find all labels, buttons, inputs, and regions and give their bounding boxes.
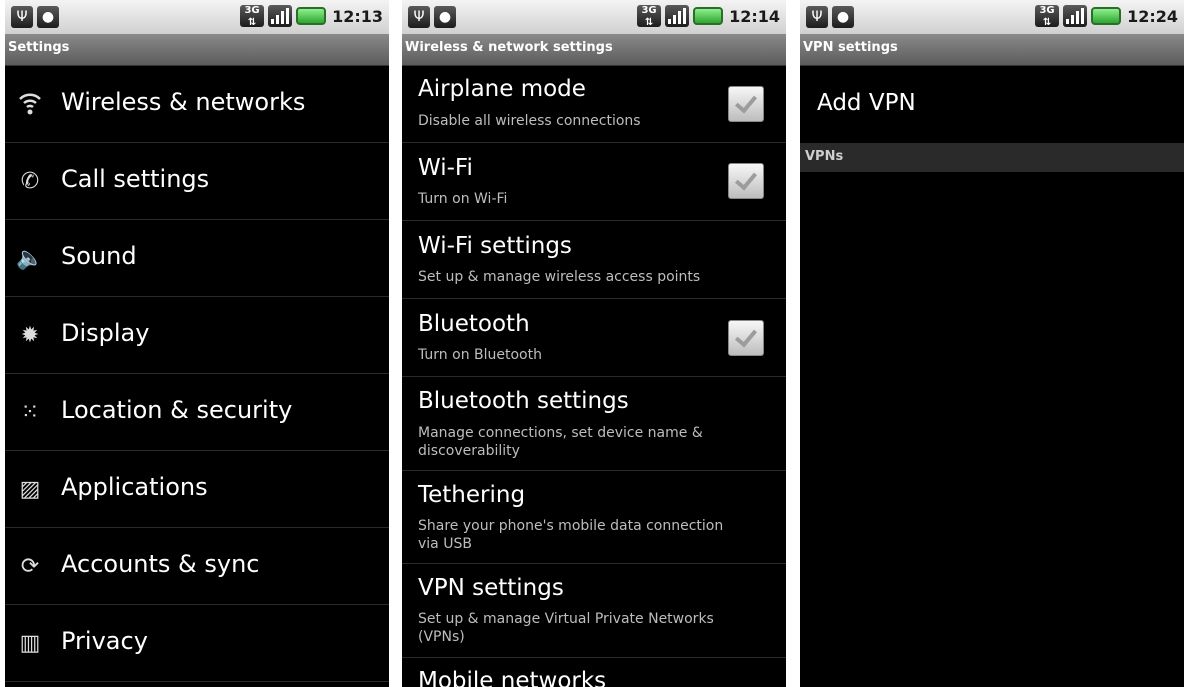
pref-title: Tethering	[418, 482, 526, 508]
pref-summary: Share your phone's mobile data connectio…	[418, 518, 724, 552]
speaker-icon: 🔈	[16, 246, 44, 271]
settings-item-privacy[interactable]: ▥ Privacy	[5, 605, 389, 682]
status-bar: Ψ ● 3G ⇅ 12:14	[402, 0, 786, 34]
settings-item-label: Call settings	[61, 165, 210, 193]
usb-icon: Ψ	[408, 6, 430, 28]
add-vpn-label: Add VPN	[817, 90, 916, 116]
pref-wifi[interactable]: Wi-Fi Turn on Wi-Fi	[402, 143, 786, 221]
pref-summary: Turn on Bluetooth	[418, 347, 542, 363]
vpn-list: Add VPN	[800, 66, 1184, 142]
vpn-settings-screen: Ψ ● 3G ⇅ 12:24 VPN settings Add VPN VPNs	[800, 0, 1184, 687]
pref-summary: Manage connections, set device name & di…	[418, 425, 703, 459]
pref-title: Wi-Fi	[418, 155, 473, 181]
signal-icon	[268, 5, 293, 27]
vpns-section-header: VPNs	[800, 143, 1184, 172]
airplane-mode-checkbox[interactable]	[728, 86, 764, 122]
clock: 12:14	[729, 6, 780, 26]
settings-item-label: Privacy	[61, 627, 148, 655]
pref-title: Wi-Fi settings	[418, 233, 572, 259]
pref-summary: Turn on Wi-Fi	[418, 191, 508, 207]
page-title: Settings	[8, 40, 70, 55]
page-title: VPN settings	[803, 40, 898, 55]
settings-item-applications[interactable]: ▨ Applications	[5, 451, 389, 528]
pref-wifi-settings[interactable]: Wi-Fi settings Set up & manage wireless …	[402, 221, 786, 299]
section-header-label: VPNs	[805, 149, 844, 164]
settings-item-sound[interactable]: 🔈 Sound	[5, 220, 389, 297]
pref-summary: Disable all wireless connections	[418, 113, 641, 129]
status-bar: Ψ ● 3G ⇅ 12:24	[800, 0, 1184, 34]
battery-icon	[1091, 7, 1122, 25]
apps-icon: ▨	[19, 477, 41, 502]
pref-bluetooth-settings[interactable]: Bluetooth settings Manage connections, s…	[402, 377, 786, 471]
pref-mobile-networks[interactable]: Mobile networks	[402, 658, 786, 687]
settings-item-label: Accounts & sync	[61, 550, 260, 578]
usb-icon: Ψ	[806, 6, 828, 28]
pref-title: Airplane mode	[418, 76, 586, 102]
3g-icon: 3G ⇅	[1035, 5, 1060, 28]
3g-icon: 3G ⇅	[637, 5, 662, 28]
pref-bluetooth[interactable]: Bluetooth Turn on Bluetooth	[402, 299, 786, 377]
pref-vpn-settings[interactable]: VPN settings Set up & manage Virtual Pri…	[402, 564, 786, 658]
settings-item-label: Location & security	[61, 396, 293, 424]
android-debug-icon: ●	[832, 6, 854, 28]
settings-item-label: Sound	[61, 242, 137, 270]
android-debug-icon: ●	[37, 6, 59, 28]
settings-item-wireless[interactable]: Wireless & networks	[5, 66, 389, 143]
pref-tethering[interactable]: Tethering Share your phone's mobile data…	[402, 471, 786, 564]
pref-summary: Set up & manage Virtual Private Networks…	[418, 611, 714, 645]
privacy-icon: ▥	[19, 631, 41, 656]
android-debug-icon: ●	[434, 6, 456, 28]
clock: 12:24	[1127, 6, 1178, 26]
settings-item-label: Applications	[61, 473, 208, 501]
clock: 12:13	[332, 6, 383, 26]
pref-summary: Set up & manage wireless access points	[418, 269, 701, 285]
pref-title: VPN settings	[418, 575, 564, 601]
pref-title: Mobile networks	[418, 668, 607, 687]
wireless-settings-list: Airplane mode Disable all wireless conne…	[402, 66, 786, 687]
signal-icon	[1063, 5, 1088, 27]
status-bar: Ψ ● 3G ⇅ 12:13	[5, 0, 389, 34]
phone-icon: ✆	[20, 169, 40, 194]
pref-title: Bluetooth settings	[418, 388, 629, 414]
battery-icon	[693, 7, 724, 25]
brightness-icon: ✹	[20, 323, 40, 348]
settings-screen: Ψ ● 3G ⇅ 12:13 Settings Wireless & networ…	[5, 0, 389, 687]
grid-icon: ⁙	[20, 400, 40, 425]
settings-item-label: Wireless & networks	[61, 88, 306, 116]
wifi-checkbox[interactable]	[728, 163, 764, 199]
settings-item-label: Display	[61, 319, 150, 347]
add-vpn-item[interactable]: Add VPN	[800, 66, 1184, 142]
title-bar: Settings	[5, 34, 389, 66]
settings-item-call[interactable]: ✆ Call settings	[5, 143, 389, 220]
wifi-icon	[15, 90, 45, 120]
page-title: Wireless & network settings	[405, 40, 613, 55]
pref-airplane-mode[interactable]: Airplane mode Disable all wireless conne…	[402, 66, 786, 143]
sync-icon: ⟳	[20, 554, 40, 579]
signal-icon	[665, 5, 690, 27]
settings-item-display[interactable]: ✹ Display	[5, 297, 389, 374]
bluetooth-checkbox[interactable]	[728, 320, 764, 356]
pref-title: Bluetooth	[418, 311, 530, 337]
usb-icon: Ψ	[11, 6, 33, 28]
wireless-settings-screen: Ψ ● 3G ⇅ 12:14 Wireless & network setting…	[402, 0, 786, 687]
battery-icon	[296, 7, 327, 25]
3g-icon: 3G ⇅	[240, 5, 265, 28]
settings-item-location-security[interactable]: ⁙ Location & security	[5, 374, 389, 451]
settings-item-accounts-sync[interactable]: ⟳ Accounts & sync	[5, 528, 389, 605]
settings-list: Wireless & networks ✆ Call settings 🔈 So…	[5, 66, 389, 682]
title-bar: Wireless & network settings	[402, 34, 786, 66]
title-bar: VPN settings	[800, 34, 1184, 66]
